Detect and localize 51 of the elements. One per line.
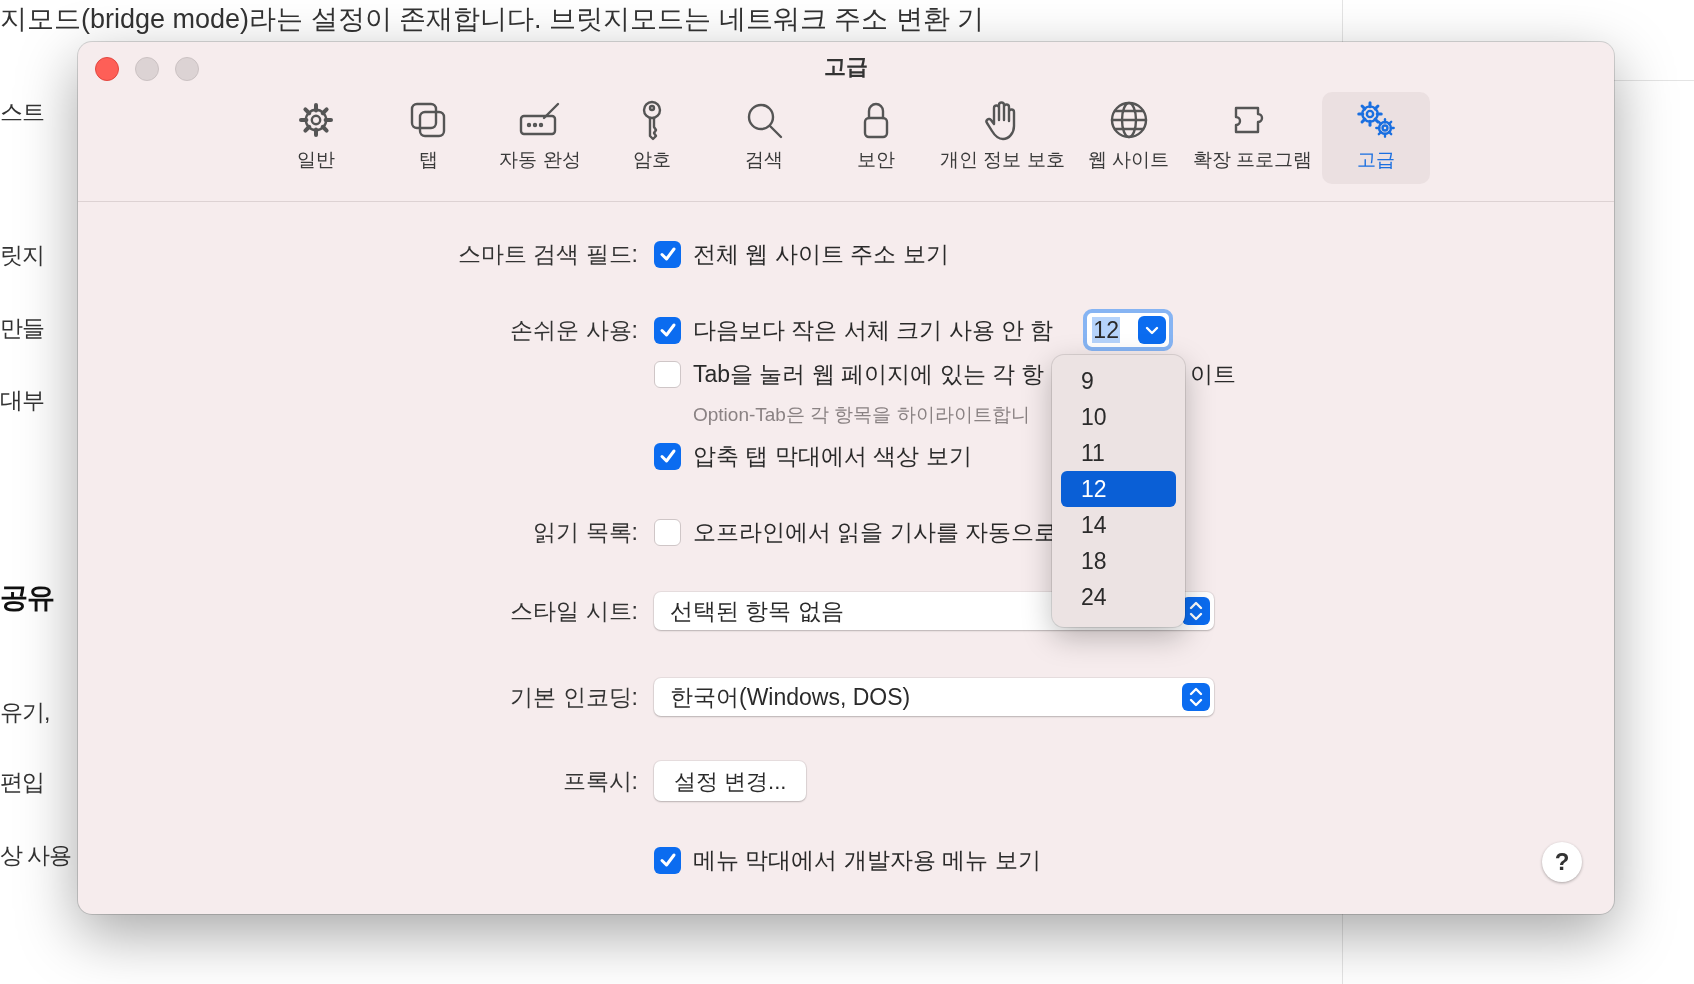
toolbar-tab[interactable]: 고급 — [1321, 92, 1430, 184]
checkbox[interactable] — [654, 518, 681, 546]
window-title: 고급 — [824, 53, 868, 81]
select-field[interactable]: 한국어(Windows, DOS) — [654, 678, 1214, 716]
paragraph-text: 대부 — [0, 386, 44, 415]
paragraph-text: 릿지 — [0, 241, 44, 270]
checkbox[interactable] — [654, 442, 681, 470]
setting-label: 손쉬운 사용: — [509, 315, 638, 345]
menu-item[interactable]: 10 — [1061, 399, 1176, 435]
toolbar-tab[interactable]: 자동 완성 — [486, 92, 595, 184]
checkbox-label: 메뉴 막대에서 개발자용 메뉴 보기 — [693, 845, 1041, 875]
paragraph-text: 상 사용 — [0, 841, 72, 870]
toolbar-tab[interactable]: 탭 — [374, 92, 483, 184]
checkbox[interactable] — [654, 846, 681, 874]
toolbar-tab[interactable]: 일반 — [262, 92, 371, 184]
checkbox-label: Tab을 눌러 웹 페이지에 있는 각 항 — [693, 359, 1045, 389]
paragraph-text: 유기, — [0, 698, 50, 727]
settings-button[interactable]: 설정 변경... — [654, 761, 807, 801]
font-size-dropdown[interactable]: 12 — [1083, 309, 1174, 351]
setting-label: 프록시: — [561, 766, 638, 796]
checkbox[interactable] — [654, 316, 681, 344]
paragraph-text: 편입 — [0, 768, 44, 797]
setting-label: 기본 인코딩: — [509, 682, 638, 712]
hint-text: Option-Tab은 각 항목을 하이라이트합니 — [692, 402, 1030, 427]
checkbox-label: 다음보다 작은 서체 크기 사용 안 함 — [693, 315, 1054, 345]
toolbar-tab[interactable]: 웹 사이트 — [1074, 92, 1183, 184]
checkbox[interactable] — [654, 240, 681, 268]
help-button[interactable]: ? — [1542, 842, 1582, 882]
toolbar-tab[interactable]: 확장 프로그램 — [1186, 92, 1318, 184]
menu-item[interactable]: 12 — [1061, 471, 1176, 507]
menu-item[interactable]: 18 — [1061, 543, 1176, 579]
paragraph-text: 지모드(bridge mode)라는 설정이 존재합니다. 브릿지모드는 네트워크 주소 변환 기 — [0, 3, 985, 36]
toolbar-tab[interactable]: 암호 — [598, 92, 707, 184]
checkbox[interactable] — [654, 360, 681, 388]
setting-label: 스타일 시트: — [509, 596, 638, 626]
paragraph-text: 스트 — [0, 98, 44, 127]
close-button[interactable] — [95, 57, 119, 81]
checkbox-label: 오프라인에서 읽을 기사를 자동으로 — [693, 517, 1058, 547]
checkbox-label: 이트 — [1190, 360, 1236, 389]
toolbar-tab[interactable]: 개인 정보 보호 — [934, 92, 1071, 184]
paragraph-text: 만들 — [0, 314, 44, 343]
checkbox-label: 압축 탭 막대에서 색상 보기 — [693, 441, 972, 471]
toolbar-tab[interactable]: 보안 — [822, 92, 931, 184]
heading-text: 공유 — [0, 582, 54, 614]
menu-item[interactable]: 9 — [1061, 363, 1176, 399]
menu-item[interactable]: 11 — [1061, 435, 1176, 471]
toolbar-tab[interactable]: 검색 — [710, 92, 819, 184]
setting-label: 읽기 목록: — [532, 517, 638, 547]
menu-item[interactable]: 14 — [1061, 507, 1176, 543]
checkbox-label: 전체 웹 사이트 주소 보기 — [693, 239, 949, 269]
setting-label: 스마트 검색 필드: — [456, 239, 638, 269]
